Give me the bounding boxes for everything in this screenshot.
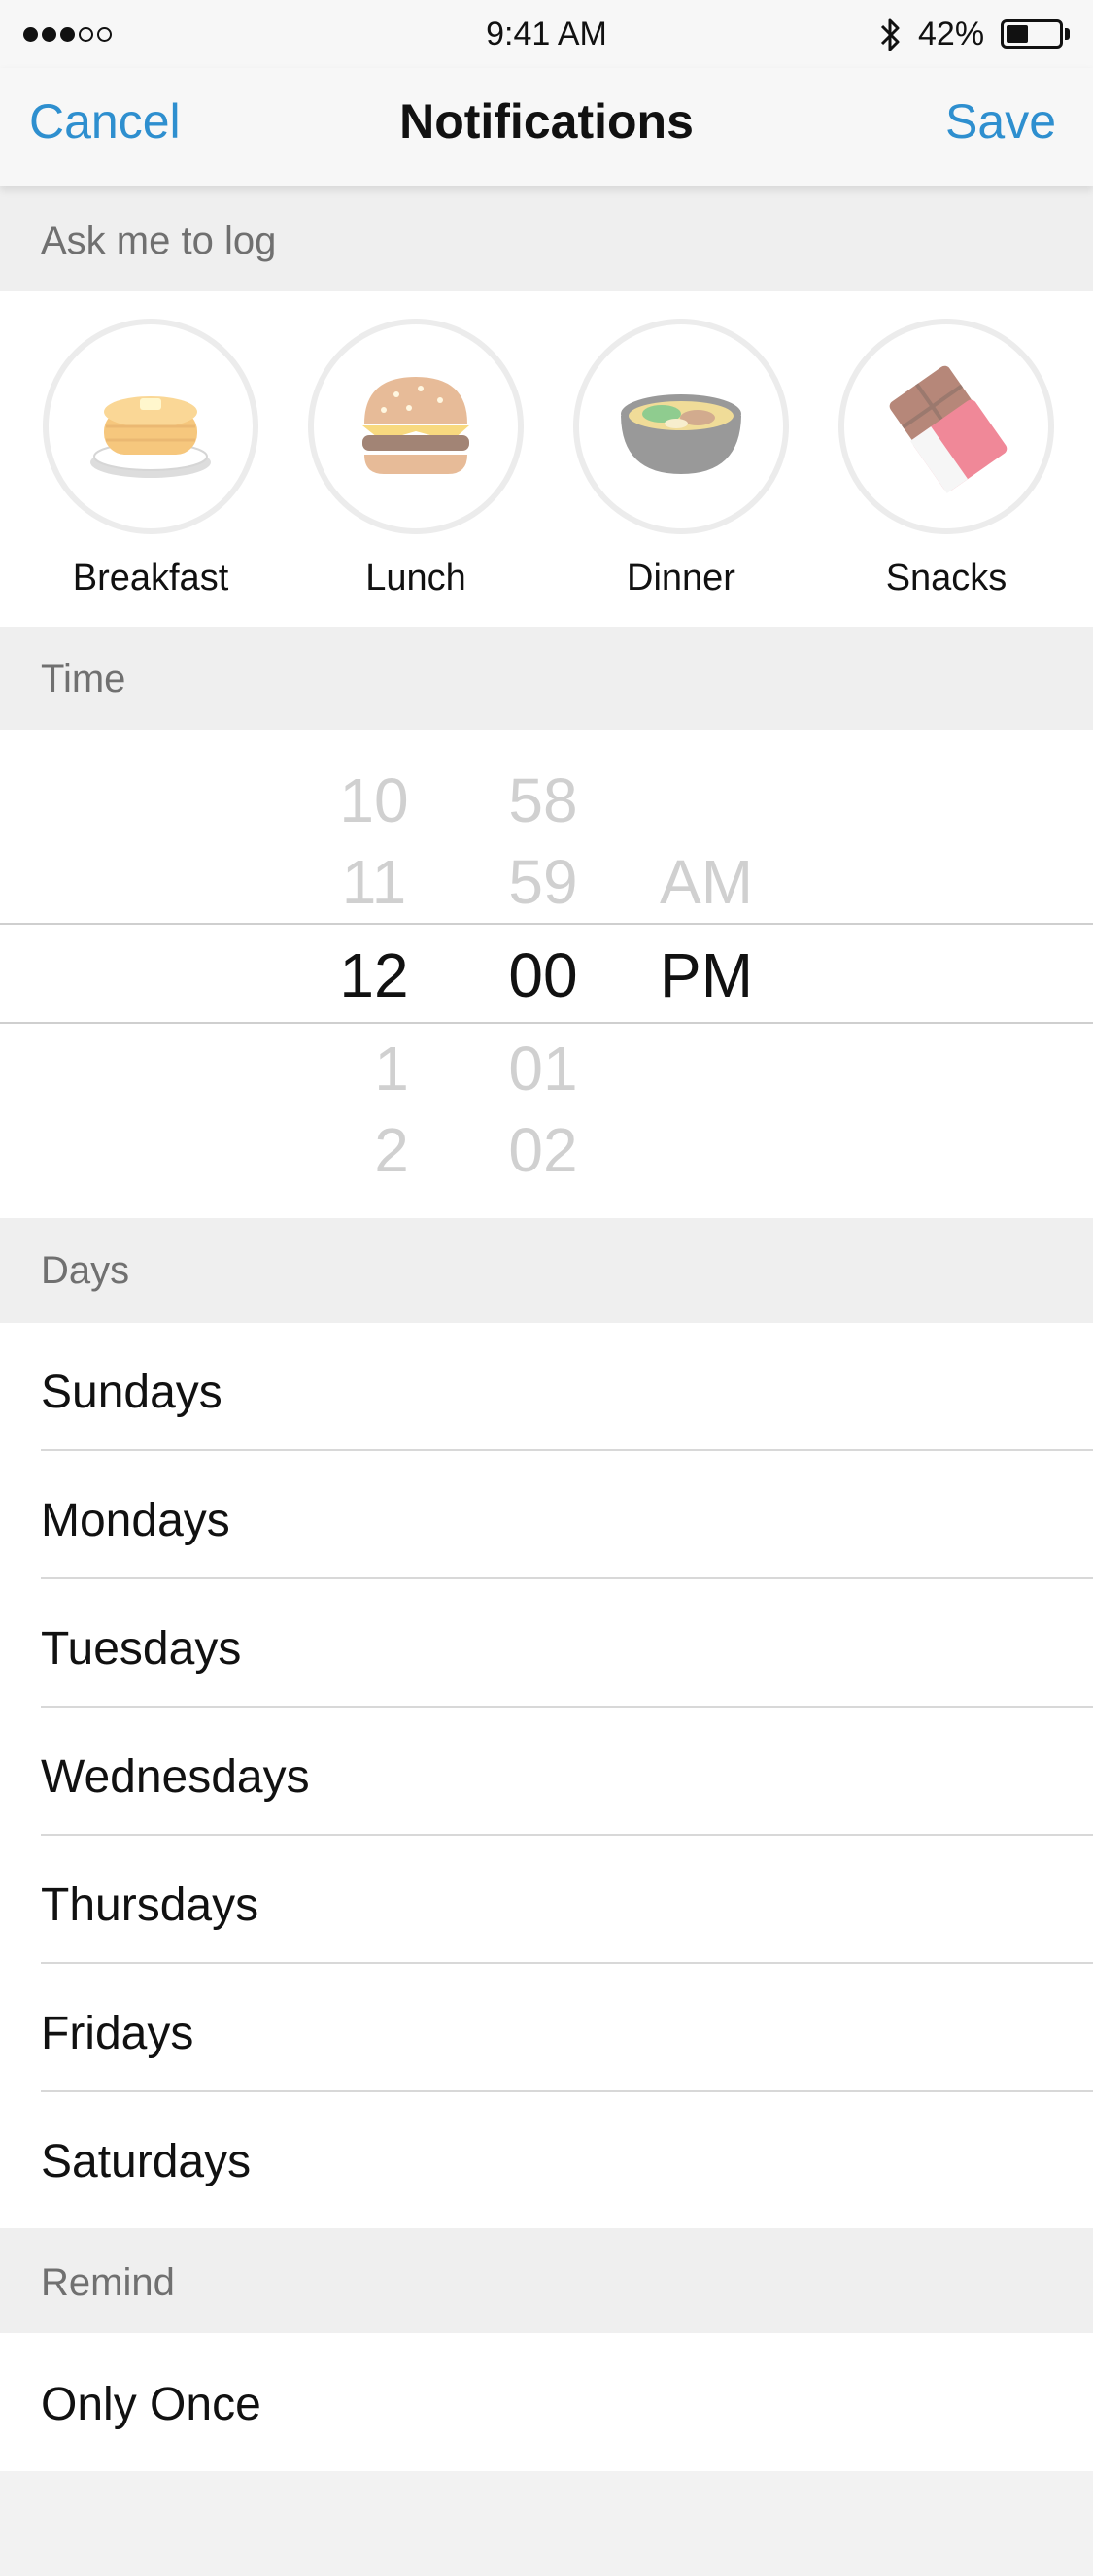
days-list: Sundays Mondays Tuesdays Wednesdays Thur… [0, 1323, 1093, 2228]
chocolate-bar-icon [889, 365, 1008, 494]
hour-option[interactable]: 2 [319, 1119, 464, 1181]
battery-percentage: 42% [918, 16, 985, 52]
page-title: Notifications [399, 94, 694, 149]
battery-level [1007, 25, 1028, 43]
day-label: Mondays [41, 1495, 230, 1546]
navigation-bar: Cancel Notifications Save [0, 68, 1093, 186]
battery-icon [1001, 19, 1063, 49]
hour-option[interactable]: 11 [301, 851, 447, 913]
day-row-thursdays[interactable]: Thursdays [0, 1836, 1093, 1964]
burger-icon [362, 377, 469, 474]
section-header-time: Time [0, 627, 1093, 730]
meal-icon-circle [308, 319, 524, 534]
period-selected[interactable]: PM [633, 944, 779, 1006]
meal-label: Snacks [885, 558, 1008, 598]
hour-option[interactable]: 1 [319, 1037, 464, 1100]
day-label: Wednesdays [41, 1751, 310, 1803]
minute-option[interactable]: 58 [470, 769, 616, 831]
day-row-fridays[interactable]: Fridays [0, 1964, 1093, 2092]
day-row-mondays[interactable]: Mondays [0, 1451, 1093, 1579]
period-option[interactable]: AM [633, 851, 779, 913]
day-row-wednesdays[interactable]: Wednesdays [0, 1708, 1093, 1836]
day-label: Fridays [41, 2008, 194, 2059]
section-title: Remind [41, 2261, 175, 2304]
meal-icon-circle [838, 319, 1054, 534]
picker-selection-bottom-line [0, 1022, 1093, 1024]
meal-selector: Breakfast Lunch Dinner Snacks [0, 291, 1093, 627]
meal-option-dinner[interactable]: Dinner [555, 319, 807, 599]
meal-option-breakfast[interactable]: Breakfast [24, 319, 277, 599]
time-picker[interactable]: 10 11 12 1 2 58 59 00 01 02 AM PM [0, 730, 1093, 1218]
section-title: Ask me to log [41, 220, 277, 262]
section-header-days: Days [0, 1218, 1093, 1323]
section-header-remind: Remind [0, 2228, 1093, 2333]
section-title: Days [41, 1249, 130, 1292]
meal-label: Dinner [627, 558, 735, 598]
day-row-tuesdays[interactable]: Tuesdays [0, 1579, 1093, 1708]
meal-option-lunch[interactable]: Lunch [290, 319, 542, 599]
day-row-saturdays[interactable]: Saturdays [0, 2092, 1093, 2228]
day-row-sundays[interactable]: Sundays [0, 1323, 1093, 1451]
minute-selected[interactable]: 00 [470, 944, 616, 1006]
remind-frequency-row[interactable]: Only Once [0, 2333, 1093, 2471]
status-bar: 9:41 AM 42% [0, 0, 1093, 68]
meal-label: Breakfast [72, 558, 229, 598]
day-label: Thursdays [41, 1880, 259, 1931]
minute-option[interactable]: 02 [470, 1119, 616, 1181]
meal-icon-circle [43, 319, 258, 534]
battery-tip [1065, 28, 1070, 40]
meal-option-snacks[interactable]: Snacks [820, 319, 1073, 599]
hour-selected[interactable]: 12 [301, 944, 447, 1006]
remind-value: Only Once [41, 2379, 261, 2430]
section-title: Time [41, 658, 126, 700]
minute-option[interactable]: 01 [470, 1037, 616, 1100]
meal-label: Lunch [365, 558, 466, 598]
picker-selection-top-line [0, 923, 1093, 925]
bluetooth-icon [880, 18, 900, 51]
day-label: Tuesdays [41, 1623, 242, 1675]
section-header-ask: Ask me to log [0, 186, 1093, 291]
minute-option[interactable]: 59 [470, 851, 616, 913]
day-label: Saturdays [41, 2136, 252, 2187]
hour-option[interactable]: 10 [301, 769, 447, 831]
save-button[interactable]: Save [945, 93, 1056, 150]
soup-bowl-icon [621, 394, 741, 474]
pancakes-icon [90, 396, 211, 478]
meal-icon-circle [573, 319, 789, 534]
day-label: Sundays [41, 1367, 222, 1418]
